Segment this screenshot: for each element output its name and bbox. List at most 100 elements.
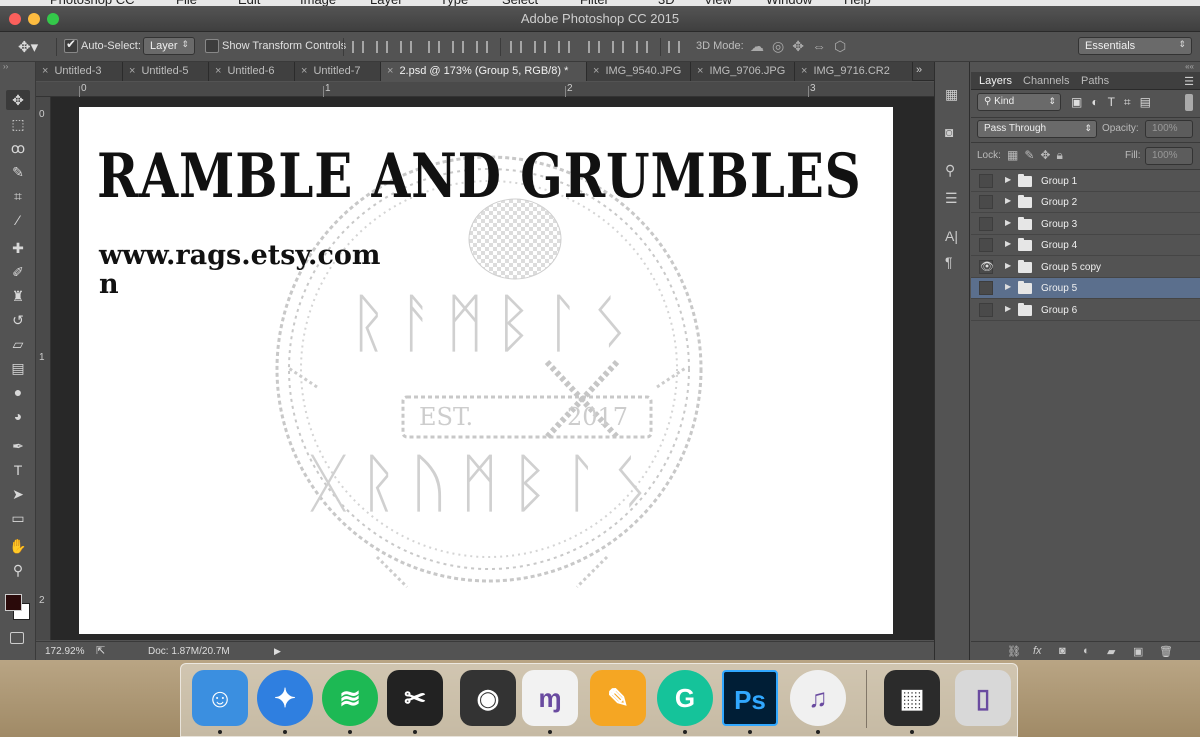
expand-triangle-icon[interactable]: ▶ (1005, 261, 1011, 270)
tab-channels[interactable]: Channels (1023, 75, 1069, 87)
expand-triangle-icon[interactable]: ▶ (1005, 304, 1011, 313)
close-tab-icon[interactable]: × (129, 65, 135, 77)
align-vertical-centers-icon[interactable] (376, 41, 388, 53)
auto-align-layers-icon[interactable] (668, 41, 680, 53)
logic-icon[interactable]: ◉ (460, 670, 516, 726)
distribute-vertical-centers-icon[interactable] (534, 41, 546, 53)
3d-mode-tools[interactable]: ☁◎✥⇔⬡ (750, 38, 854, 55)
layer-row-selected[interactable]: ▶ Group 5 (971, 278, 1200, 299)
layer-filter-icons[interactable]: ▣◐T⌗▤ (1071, 95, 1160, 110)
tab-img-9540[interactable]: × IMG_9540.JPG (587, 62, 691, 81)
layer-row[interactable]: ▶ Group 1 (971, 171, 1200, 192)
url-text[interactable]: www.rags.etsy.com n (99, 241, 389, 299)
layer-row[interactable]: ▶ Group 2 (971, 192, 1200, 213)
expand-triangle-icon[interactable]: ▶ (1005, 218, 1011, 227)
blur-tool-icon[interactable]: ● (6, 382, 30, 402)
distribute-bottom-icon[interactable] (558, 41, 570, 53)
tab-layers[interactable]: Layers (979, 75, 1012, 87)
path-selection-tool-icon[interactable]: ➤ (6, 484, 30, 504)
workspace-dropdown[interactable]: Essentials ⇕ (1078, 37, 1192, 55)
crop-tool-icon[interactable]: ⌗ (6, 186, 30, 206)
musescore-icon[interactable]: ɱ (522, 670, 578, 726)
eraser-tool-icon[interactable]: ▱ (6, 334, 30, 354)
pages-icon[interactable]: ✎ (590, 670, 646, 726)
paragraph-panel-icon[interactable]: ¶ (945, 254, 953, 270)
visibility-toggle[interactable] (979, 238, 993, 252)
visibility-eye-icon[interactable]: 👁︎ (979, 260, 994, 274)
screenshot-icon[interactable]: ▦ (884, 670, 940, 726)
tab-untitled-7[interactable]: × Untitled-7 (295, 62, 381, 81)
layer-row[interactable]: ▶ Group 6 (971, 300, 1200, 321)
pen-tool-icon[interactable]: ✒ (6, 436, 30, 456)
blend-mode-dropdown[interactable]: Pass Through ⇕ (977, 120, 1097, 138)
close-tab-icon[interactable]: × (801, 65, 807, 77)
tab-img-9706[interactable]: × IMG_9706.JPG (691, 62, 795, 81)
close-tab-icon[interactable]: × (42, 65, 48, 77)
quick-selection-tool-icon[interactable]: ✎ (6, 162, 30, 182)
layer-row[interactable]: ▶ Group 3 (971, 214, 1200, 235)
horizontal-ruler[interactable]: 0 1 2 3 (36, 82, 934, 97)
filter-toggle[interactable] (1185, 94, 1193, 111)
clone-stamp-tool-icon[interactable]: ♜ (6, 286, 30, 306)
add-mask-icon[interactable]: ◙ (1059, 645, 1066, 657)
layer-row[interactable]: 👁︎ ▶ Group 5 copy (971, 257, 1200, 278)
visibility-toggle[interactable] (979, 195, 993, 209)
brush-tool-icon[interactable]: ✐ (6, 262, 30, 282)
history-brush-tool-icon[interactable]: ↺ (6, 310, 30, 330)
document-canvas[interactable]: ᚱᚨᛗᛒᛚᛊ EST. 2017 ᚷᚱᚢᛗᛒᛚᛊ RAMBLE AND GRUM… (79, 107, 893, 634)
history-panel-icon[interactable]: ▦ (945, 86, 958, 103)
fill-field[interactable]: 100% (1145, 147, 1193, 165)
tab-untitled-5[interactable]: × Untitled-5 (123, 62, 209, 81)
character-panel-icon[interactable]: A| (945, 228, 958, 244)
grammarly-icon[interactable]: G (657, 670, 713, 726)
move-tool-icon[interactable]: ✥ (6, 90, 30, 110)
auto-select-dropdown[interactable]: Layer ⇕ (143, 37, 195, 55)
brush-panel-icon[interactable]: ⚲ (945, 162, 955, 179)
collapse-toolbar-icon[interactable]: ›› (3, 62, 8, 71)
align-right-icon[interactable] (476, 41, 488, 53)
close-tab-icon[interactable]: × (215, 65, 221, 77)
collapse-panel-icon[interactable]: «« (1185, 62, 1194, 71)
quick-mask-icon[interactable] (10, 632, 24, 644)
tab-paths[interactable]: Paths (1081, 75, 1109, 87)
distribute-top-icon[interactable] (510, 41, 522, 53)
visibility-toggle[interactable] (979, 281, 993, 295)
expand-triangle-icon[interactable]: ▶ (1005, 196, 1011, 205)
tab-2-psd[interactable]: × 2.psd @ 173% (Group 5, RGB/8) * (381, 62, 587, 81)
export-icon[interactable]: ⇱ (96, 644, 105, 657)
close-tab-icon[interactable]: × (387, 65, 393, 77)
tab-untitled-3[interactable]: × Untitled-3 (36, 62, 123, 81)
distribute-horizontal-centers-icon[interactable] (612, 41, 624, 53)
distribute-left-icon[interactable] (588, 41, 600, 53)
adjustments-panel-icon[interactable]: ◙ (945, 124, 953, 140)
close-tab-icon[interactable]: × (593, 65, 599, 77)
close-tab-icon[interactable]: × (697, 65, 703, 77)
itunes-icon[interactable]: ♫ (790, 670, 846, 726)
safari-icon[interactable]: ✦ (257, 670, 313, 726)
expand-triangle-icon[interactable]: ▶ (1005, 175, 1011, 184)
trash-icon[interactable]: ▯ (955, 670, 1011, 726)
rectangle-tool-icon[interactable]: ▭ (6, 508, 30, 528)
zoom-tool-icon[interactable]: ⚲ (6, 560, 30, 580)
final-cut-icon[interactable]: ✂ (387, 670, 443, 726)
link-layers-icon[interactable]: ⛓ (1007, 645, 1021, 658)
properties-panel-icon[interactable]: ☰ (945, 190, 958, 207)
zoom-level[interactable]: 172.92% (45, 646, 84, 657)
visibility-toggle[interactable] (979, 174, 993, 188)
new-layer-icon[interactable]: ▣ (1133, 645, 1143, 658)
lock-icons[interactable]: ▦✎✥🔒︎ (1007, 148, 1069, 163)
layer-style-icon[interactable]: fx (1033, 645, 1042, 657)
align-top-icon[interactable] (352, 41, 364, 53)
hand-tool-icon[interactable]: ✋ (6, 536, 30, 556)
tab-img-9716[interactable]: × IMG_9716.CR2 (795, 62, 913, 81)
vertical-ruler[interactable]: 0 1 2 (36, 97, 51, 640)
type-tool-icon[interactable]: T (6, 460, 30, 480)
healing-brush-tool-icon[interactable]: ✚ (6, 238, 30, 258)
layer-row[interactable]: ▶ Group 4 (971, 235, 1200, 256)
adjustment-layer-icon[interactable]: ◐ (1083, 645, 1090, 657)
lasso-tool-icon[interactable]: ꝏ (6, 138, 30, 158)
status-menu-arrow-icon[interactable]: ▶ (274, 646, 281, 657)
dodge-tool-icon[interactable]: ◕ (6, 406, 30, 426)
finder-icon[interactable]: ☺ (192, 670, 248, 726)
filter-kind-dropdown[interactable]: ⚲ Kind ⇕ (977, 93, 1061, 111)
